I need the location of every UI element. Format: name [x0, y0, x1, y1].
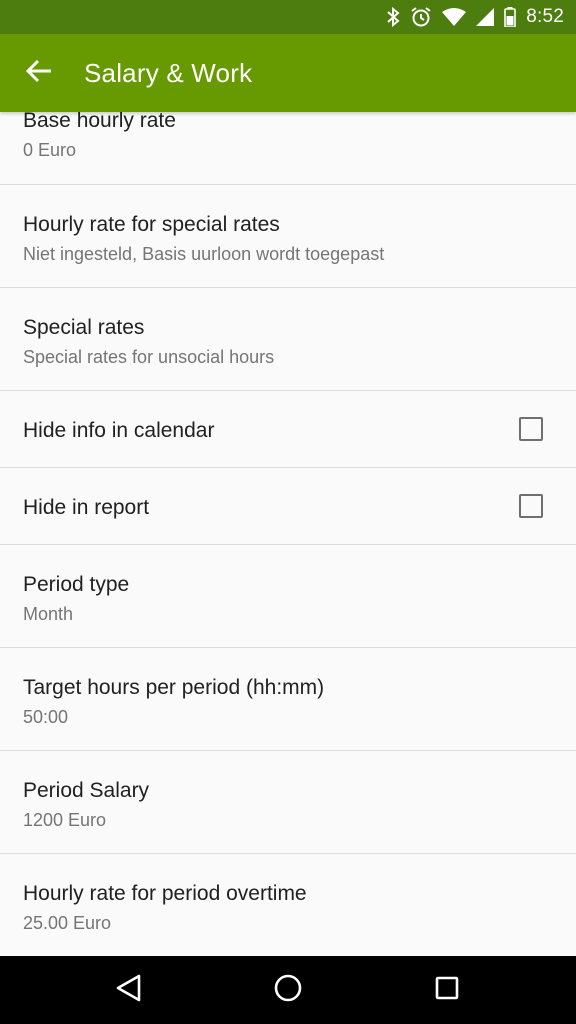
page-title: Salary & Work	[84, 57, 253, 88]
setting-base-hourly-rate[interactable]: Base hourly rate 0 Euro	[0, 112, 576, 185]
wifi-icon	[442, 8, 467, 26]
setting-title: Period Salary	[23, 779, 150, 802]
battery-icon	[504, 7, 517, 27]
setting-title: Hide info in calendar	[23, 419, 215, 442]
setting-title: Base hourly rate	[23, 112, 176, 132]
recents-square-icon	[435, 976, 459, 1005]
bluetooth-icon	[386, 7, 400, 27]
setting-subtitle: Niet ingesteld, Basis uurloon wordt toeg…	[23, 244, 385, 264]
setting-title: Hide in report	[23, 496, 150, 519]
back-button[interactable]	[15, 49, 63, 97]
alarm-icon	[410, 6, 432, 28]
setting-title: Period type	[23, 573, 130, 596]
setting-title: Target hours per period (hh:mm)	[23, 676, 325, 699]
setting-subtitle: Month	[23, 604, 74, 624]
setting-period-salary[interactable]: Period Salary 1200 Euro	[0, 751, 576, 854]
setting-title: Hourly rate for special rates	[23, 213, 280, 236]
setting-period-type[interactable]: Period type Month	[0, 545, 576, 648]
setting-hourly-rate-special[interactable]: Hourly rate for special rates Niet inges…	[0, 185, 576, 288]
setting-subtitle: 0 Euro	[23, 140, 77, 160]
cellular-signal-icon	[476, 8, 495, 26]
settings-list: Base hourly rate 0 Euro Hourly rate for …	[0, 112, 576, 956]
setting-hide-in-report[interactable]: Hide in report	[0, 468, 576, 545]
home-circle-icon	[274, 974, 302, 1007]
setting-subtitle: 25.00 Euro	[23, 913, 112, 933]
status-bar: 8:52	[0, 0, 576, 34]
setting-overtime-rate[interactable]: Hourly rate for period overtime 25.00 Eu…	[0, 854, 576, 956]
app-bar: Salary & Work	[0, 34, 576, 112]
setting-title: Special rates	[23, 316, 145, 339]
setting-subtitle: 50:00	[23, 707, 69, 727]
setting-hide-info-calendar[interactable]: Hide info in calendar	[0, 391, 576, 468]
setting-special-rates[interactable]: Special rates Special rates for unsocial…	[0, 288, 576, 391]
hide-info-calendar-checkbox[interactable]	[519, 417, 543, 441]
setting-subtitle: Special rates for unsocial hours	[23, 347, 275, 367]
status-time: 8:52	[526, 6, 564, 27]
nav-back-button[interactable]	[99, 960, 159, 1020]
nav-home-button[interactable]	[258, 960, 318, 1020]
arrow-left-icon	[25, 59, 52, 88]
setting-title: Hourly rate for period overtime	[23, 882, 307, 905]
back-triangle-icon	[116, 974, 142, 1007]
hide-in-report-checkbox[interactable]	[519, 494, 543, 518]
system-nav-bar	[0, 956, 576, 1024]
nav-recents-button[interactable]	[417, 960, 477, 1020]
setting-subtitle: 1200 Euro	[23, 810, 107, 830]
setting-target-hours[interactable]: Target hours per period (hh:mm) 50:00	[0, 648, 576, 751]
